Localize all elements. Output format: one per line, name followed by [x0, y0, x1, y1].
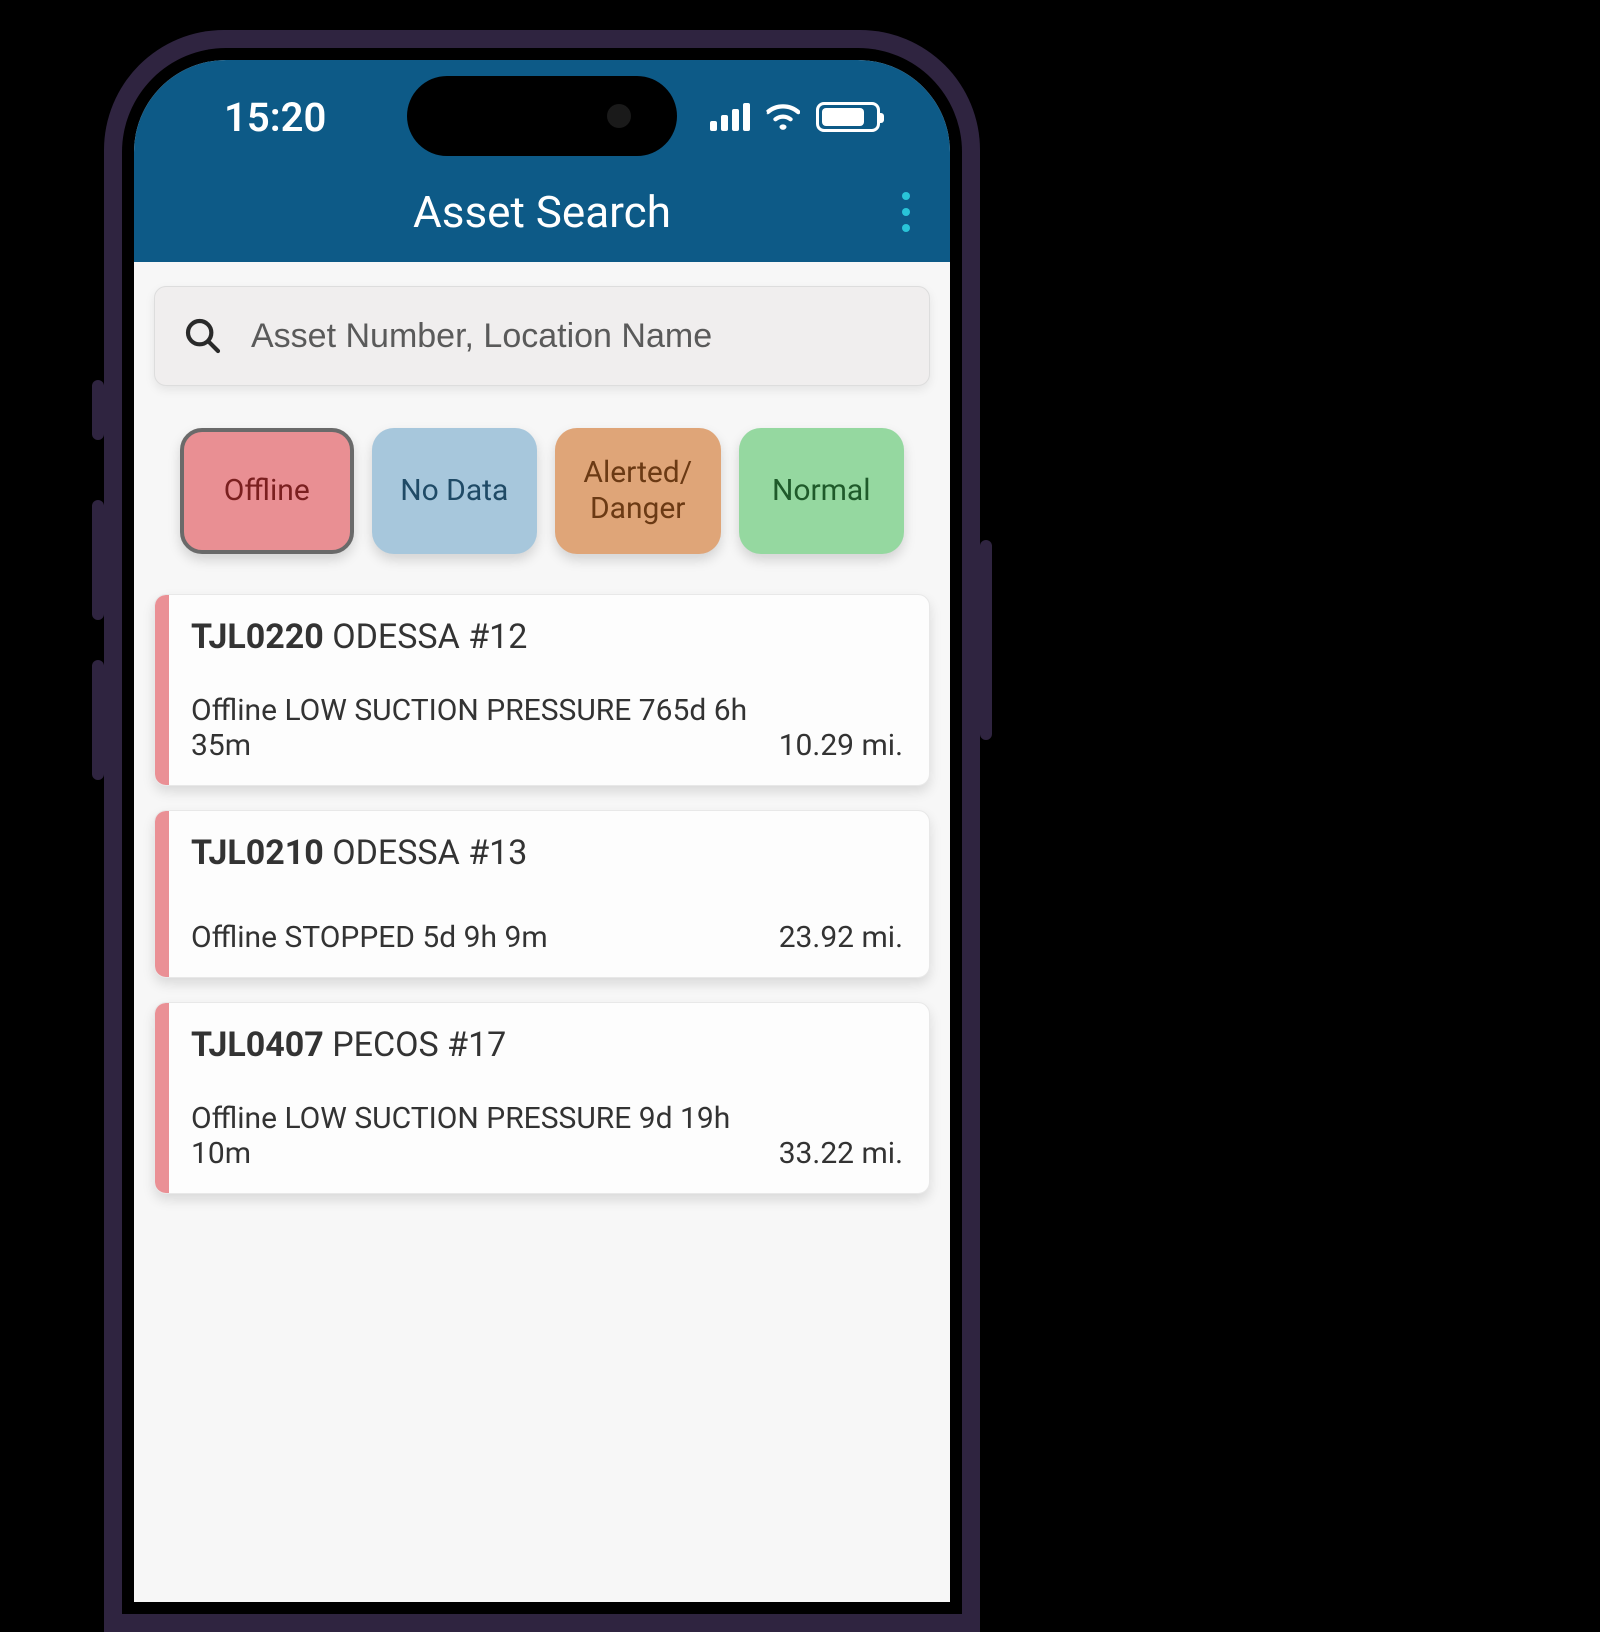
status-stripe-offline — [155, 595, 169, 785]
battery-icon — [816, 102, 880, 132]
card-bottom: Offline STOPPED 5d 9h 9m 23.92 mi. — [191, 920, 903, 955]
status-icons — [710, 102, 880, 132]
page-title: Asset Search — [413, 186, 671, 238]
search-box[interactable] — [154, 286, 930, 386]
filter-label: No Data — [400, 473, 508, 509]
asset-card[interactable]: TJL0220 ODESSA #12 Offline LOW SUCTION P… — [154, 594, 930, 786]
status-bar: 15:20 — [134, 72, 950, 162]
asset-card[interactable]: TJL0407 PECOS #17 Offline LOW SUCTION PR… — [154, 1002, 930, 1194]
card-body: TJL0407 PECOS #17 Offline LOW SUCTION PR… — [169, 1003, 929, 1193]
filter-chip-alerted[interactable]: Alerted/ Danger — [555, 428, 721, 554]
status-time: 15:20 — [224, 94, 326, 141]
asset-id: TJL0407 — [191, 1025, 324, 1065]
filter-label: Offline — [224, 473, 310, 509]
filter-label: Alerted/ Danger — [583, 455, 692, 527]
asset-status: Offline STOPPED 5d 9h 9m — [191, 920, 779, 955]
app-header: 15:20 — [134, 60, 950, 262]
side-button-volume-up — [92, 500, 104, 620]
filter-chip-offline[interactable]: Offline — [180, 428, 354, 554]
search-icon — [183, 316, 223, 356]
asset-location: ODESSA #13 — [332, 833, 527, 873]
results-list: TJL0220 ODESSA #12 Offline LOW SUCTION P… — [154, 594, 930, 1194]
status-stripe-offline — [155, 1003, 169, 1193]
asset-card[interactable]: TJL0210 ODESSA #13 Offline STOPPED 5d 9h… — [154, 810, 930, 978]
card-title: TJL0407 PECOS #17 — [191, 1025, 903, 1065]
asset-id: TJL0210 — [191, 833, 324, 873]
card-title: TJL0210 ODESSA #13 — [191, 833, 903, 873]
cellular-signal-icon — [710, 103, 750, 131]
side-button-volume-down — [92, 660, 104, 780]
asset-distance: 10.29 mi. — [779, 728, 903, 763]
screen: 15:20 — [134, 60, 950, 1602]
phone-inner: 15:20 — [122, 48, 962, 1614]
filter-chip-nodata[interactable]: No Data — [372, 428, 538, 554]
card-title: TJL0220 ODESSA #12 — [191, 617, 903, 657]
side-button-power — [980, 540, 992, 740]
wifi-icon — [766, 104, 800, 130]
card-bottom: Offline LOW SUCTION PRESSURE 765d 6h 35m… — [191, 693, 903, 763]
search-input[interactable] — [251, 317, 901, 356]
phone-frame: 15:20 — [104, 30, 980, 1632]
card-body: TJL0220 ODESSA #12 Offline LOW SUCTION P… — [169, 595, 929, 785]
status-stripe-offline — [155, 811, 169, 977]
asset-location: ODESSA #12 — [332, 617, 527, 657]
asset-distance: 23.92 mi. — [779, 920, 903, 955]
app-bar: Asset Search — [134, 162, 950, 262]
asset-distance: 33.22 mi. — [779, 1136, 903, 1171]
filter-label: Normal — [772, 473, 871, 509]
asset-location: PECOS #17 — [332, 1025, 506, 1065]
content-area: Offline No Data Alerted/ Danger Normal — [134, 262, 950, 1602]
card-body: TJL0210 ODESSA #13 Offline STOPPED 5d 9h… — [169, 811, 929, 977]
dynamic-island — [407, 76, 677, 156]
asset-status: Offline LOW SUCTION PRESSURE 765d 6h 35m — [191, 693, 779, 763]
asset-status: Offline LOW SUCTION PRESSURE 9d 19h 10m — [191, 1101, 779, 1171]
filter-chip-normal[interactable]: Normal — [739, 428, 905, 554]
filter-row: Offline No Data Alerted/ Danger Normal — [154, 428, 930, 554]
asset-id: TJL0220 — [191, 617, 324, 657]
card-bottom: Offline LOW SUCTION PRESSURE 9d 19h 10m … — [191, 1101, 903, 1171]
side-button-silent — [92, 380, 104, 440]
more-menu-button[interactable] — [892, 182, 920, 242]
